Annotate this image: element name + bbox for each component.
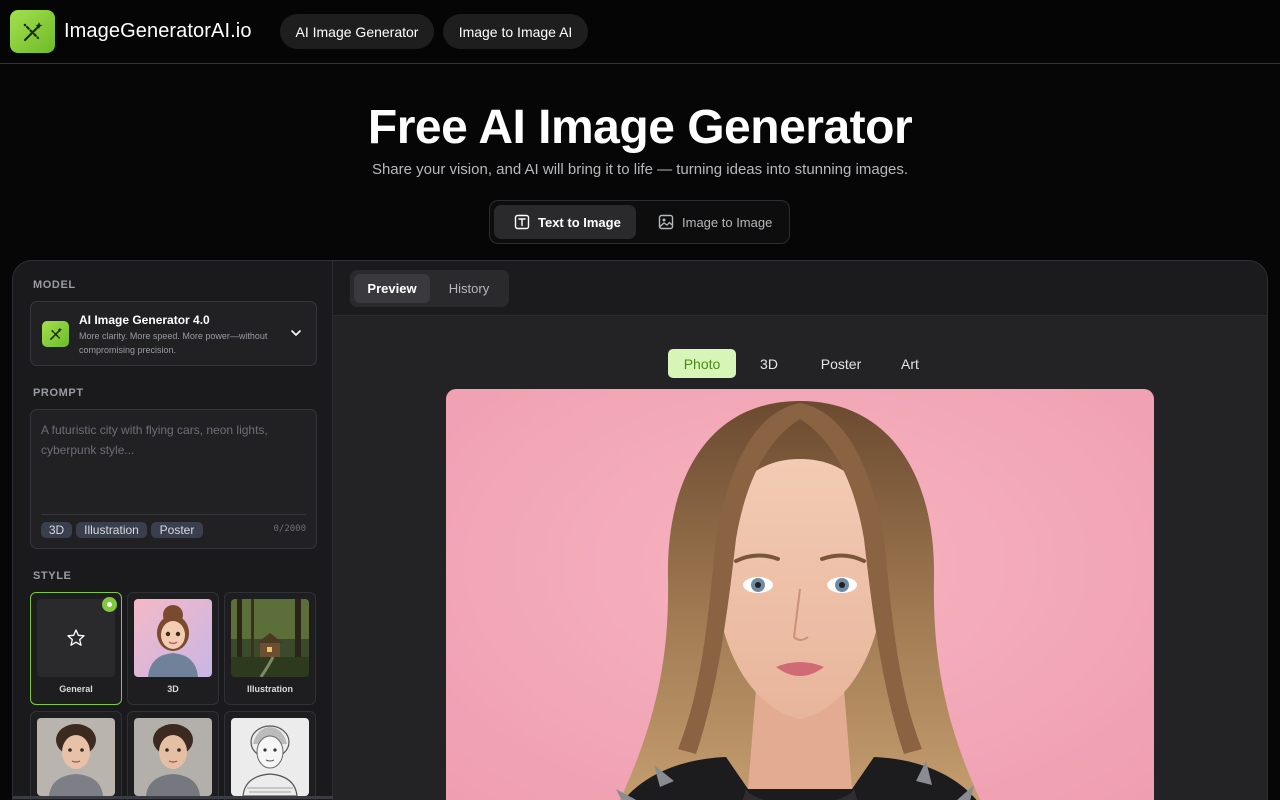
style-card-3d[interactable]: 3D: [127, 592, 219, 705]
text-to-image-tab[interactable]: Text to Image: [494, 205, 636, 239]
style-card-4[interactable]: [30, 711, 122, 800]
text-to-image-label: Text to Image: [538, 214, 621, 230]
preview-tabs: Preview History: [350, 270, 509, 307]
model-section-label: MODEL: [33, 279, 76, 291]
prompt-divider: [41, 514, 306, 515]
top-navigation: ImageGeneratorAI.io AI Image Generator I…: [0, 0, 1280, 64]
tab-preview[interactable]: Preview: [354, 274, 430, 303]
selected-check-icon: [102, 597, 117, 612]
model-name: AI Image Generator 4.0: [79, 313, 210, 327]
portrait-thumbnail: [37, 718, 115, 796]
settings-sidebar: MODEL AI Image Generator 4.0 More clarit…: [13, 261, 333, 800]
model-description: More clarity. More speed. More power—wit…: [79, 331, 268, 355]
style-thumb-5: [134, 718, 212, 796]
style-thumb-general: [37, 599, 115, 677]
style-thumb-4: [37, 718, 115, 796]
nav-image-to-image-ai[interactable]: Image to Image AI: [443, 14, 588, 49]
magic-wand-icon: [23, 21, 42, 41]
style-card-6[interactable]: [224, 711, 316, 800]
preview-area: Preview History Photo 3D Poster Art: [333, 261, 1267, 800]
forest-cabin-thumbnail: [231, 599, 309, 677]
prompt-tag-poster[interactable]: Poster: [151, 522, 203, 538]
style-label-3d: 3D: [167, 684, 179, 694]
style-label-illustration: Illustration: [246, 684, 293, 694]
category-3d[interactable]: 3D: [751, 349, 787, 378]
image-to-image-tab[interactable]: Image to Image: [638, 205, 786, 239]
style-label-general: General: [59, 684, 93, 694]
portrait-thumbnail: [134, 718, 212, 796]
3d-character-thumbnail: [134, 599, 212, 677]
magic-wand-icon: [49, 327, 62, 340]
style-thumb-3d: [134, 599, 212, 677]
category-poster[interactable]: Poster: [813, 349, 869, 378]
prompt-input[interactable]: [41, 420, 306, 510]
style-card-general[interactable]: General: [30, 592, 122, 705]
text-icon: [514, 214, 530, 230]
prompt-tag-illustration[interactable]: Illustration: [76, 522, 147, 538]
brand-name[interactable]: ImageGeneratorAI.io: [64, 20, 252, 43]
generator-panel: MODEL AI Image Generator 4.0 More clarit…: [12, 260, 1268, 800]
category-photo[interactable]: Photo: [668, 349, 736, 378]
style-thumb-illustration: [231, 599, 309, 677]
preview-header: Preview History: [333, 261, 1267, 316]
generated-image-preview: [446, 389, 1154, 800]
style-card-illustration[interactable]: Illustration: [224, 592, 316, 705]
character-count: 0/2000: [273, 524, 306, 534]
mode-switch: Text to Image Image to Image: [489, 200, 790, 244]
style-thumb-6: [231, 718, 309, 796]
sidebar-scrollbar[interactable]: [13, 796, 333, 799]
brand-logo[interactable]: [10, 10, 55, 53]
page-title: Free AI Image Generator: [367, 101, 913, 154]
model-logo: [42, 321, 69, 347]
nav-ai-image-generator[interactable]: AI Image Generator: [280, 14, 434, 49]
style-card-5[interactable]: [127, 711, 219, 800]
tab-history[interactable]: History: [434, 274, 504, 303]
category-art[interactable]: Art: [893, 349, 927, 378]
chevron-down-icon: [291, 330, 301, 336]
prompt-section-label: PROMPT: [33, 387, 84, 399]
prompt-tag-3d[interactable]: 3D: [41, 522, 72, 538]
style-section-label: STYLE: [33, 570, 72, 582]
prompt-box: 3D Illustration Poster 0/2000: [30, 409, 317, 549]
portrait-photo: [446, 389, 1154, 800]
pencil-sketch-thumbnail: [231, 718, 309, 796]
image-to-image-label: Image to Image: [682, 214, 773, 230]
star-icon: [67, 629, 85, 646]
page-subtitle: Share your vision, and AI will bring it …: [371, 161, 909, 178]
image-icon: [658, 214, 674, 230]
model-selector[interactable]: AI Image Generator 4.0 More clarity. Mor…: [30, 301, 317, 366]
